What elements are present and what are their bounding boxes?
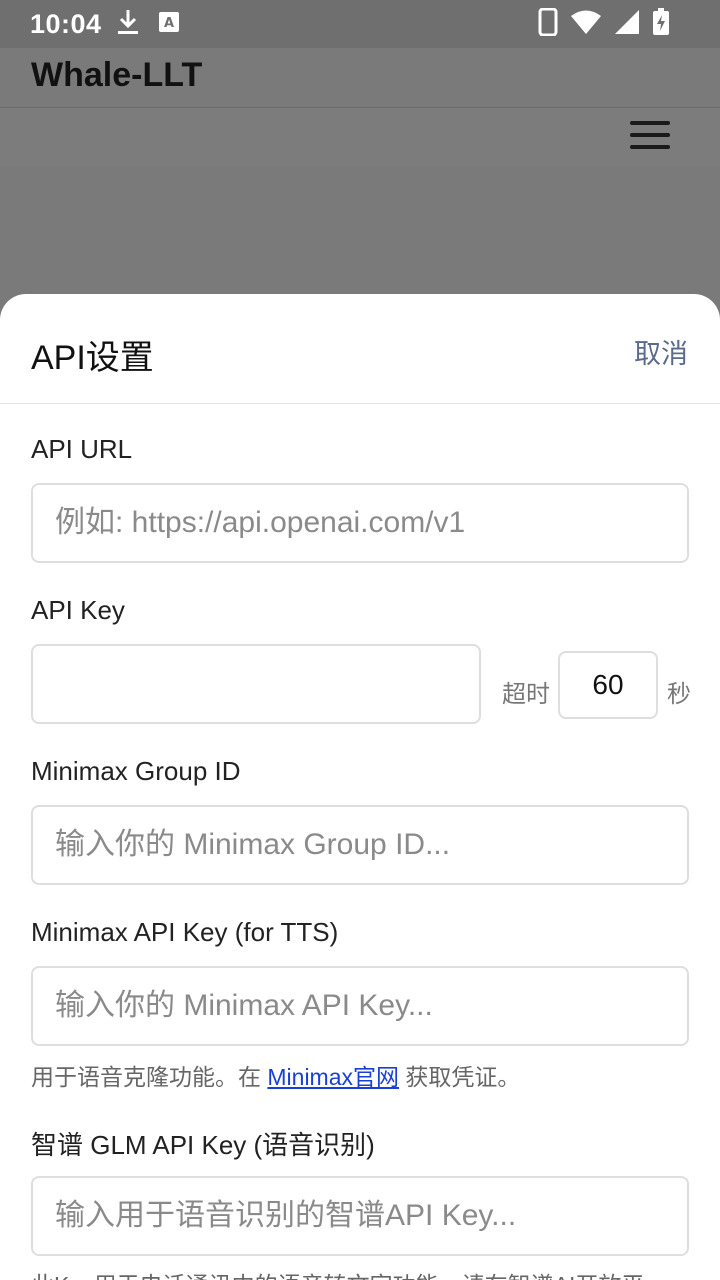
sheet-title: API设置 — [31, 339, 154, 377]
download-icon — [116, 8, 140, 41]
minimax-help-prefix: 用于语音克隆功能。在 — [31, 1064, 268, 1090]
menu-icon[interactable] — [628, 118, 672, 152]
app-bar: Whale-LLT — [0, 48, 720, 108]
minimax-site-link[interactable]: Minimax官网 — [267, 1064, 399, 1090]
a-box-icon: A — [158, 11, 180, 38]
api-key-input[interactable] — [31, 644, 481, 724]
api-settings-sheet: API设置 取消 API URL API Key 超时 秒 Minimax Gr… — [0, 294, 720, 1280]
minimax-help-suffix: 获取凭证。 — [399, 1064, 521, 1090]
glm-key-label: 智谱 GLM API Key (语音识别) — [31, 1130, 375, 1160]
app-title: Whale-LLT — [31, 56, 203, 94]
glm-key-help: 此Key用于电话通讯中的语音转文字功能，请在智谱AI开放平 — [31, 1266, 644, 1280]
phone-icon — [538, 7, 558, 41]
battery-icon — [652, 7, 670, 41]
wifi-icon — [570, 9, 602, 40]
glm-key-input[interactable] — [31, 1176, 689, 1256]
toolbar — [0, 108, 720, 166]
minimax-group-input[interactable] — [31, 805, 689, 885]
sheet-header: API设置 取消 — [0, 294, 720, 404]
svg-text:A: A — [164, 16, 174, 31]
minimax-key-label: Minimax API Key (for TTS) — [31, 917, 339, 947]
api-key-label: API Key — [31, 595, 125, 625]
minimax-key-input[interactable] — [31, 966, 689, 1046]
timeout-label: 超时 — [502, 681, 550, 708]
timeout-unit: 秒 — [667, 681, 691, 708]
minimax-key-help: 用于语音克隆功能。在 Minimax官网 获取凭证。 — [31, 1058, 520, 1092]
api-url-label: API URL — [31, 434, 133, 464]
api-url-input[interactable] — [31, 483, 689, 563]
status-time: 10:04 — [30, 8, 102, 39]
timeout-input[interactable] — [558, 651, 658, 719]
minimax-group-label: Minimax Group ID — [31, 756, 241, 786]
cancel-button[interactable]: 取消 — [634, 332, 688, 371]
signal-icon — [614, 9, 640, 40]
status-bar: 10:04 A — [0, 0, 720, 48]
